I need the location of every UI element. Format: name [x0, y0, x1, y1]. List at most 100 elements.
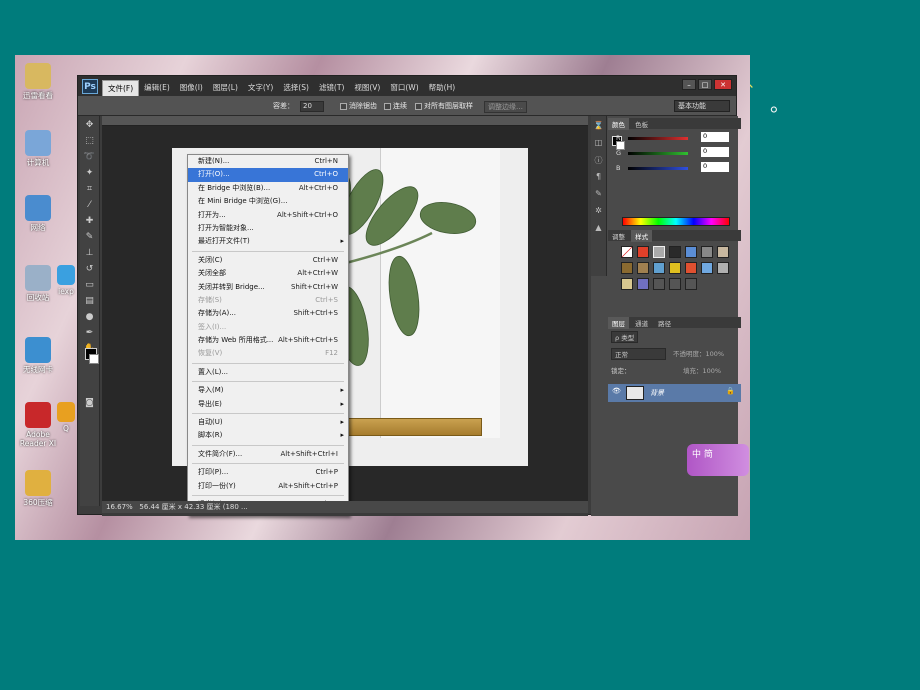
file-menu-item[interactable]: 签入(I)...: [188, 321, 348, 334]
file-menu-item[interactable]: 打开(O)... Ctrl+O: [188, 168, 348, 182]
refine-edge-button[interactable]: 调整边缘…: [484, 101, 527, 113]
menu-1[interactable]: 编辑(E): [139, 80, 175, 97]
menu-7[interactable]: 视图(V): [349, 80, 385, 97]
healing-tool-icon[interactable]: ✚: [82, 214, 98, 228]
style-swatch[interactable]: [701, 246, 713, 258]
background-color-swatch[interactable]: [89, 354, 99, 364]
maximize-button[interactable]: □: [698, 79, 712, 90]
menu-2[interactable]: 图像(I): [175, 80, 208, 97]
sample-all-checkbox[interactable]: 对所有图层取样: [415, 101, 473, 111]
tab-layers[interactable]: 图层: [608, 317, 629, 329]
marquee-tool-icon[interactable]: ⬚: [82, 134, 98, 148]
file-menu-item[interactable]: 关闭(C) Ctrl+W: [188, 254, 348, 267]
opacity-value[interactable]: 100%: [706, 350, 725, 358]
file-menu-item[interactable]: 存储为(A)... Shift+Ctrl+S: [188, 307, 348, 320]
file-menu-item[interactable]: 存储(S) Ctrl+S: [188, 294, 348, 307]
desktop-icon[interactable]: Q: [55, 402, 77, 433]
histogram-panel-icon[interactable]: ▲: [593, 223, 605, 235]
lasso-tool-icon[interactable]: ➰: [82, 150, 98, 164]
quick-mask-icon[interactable]: ◙: [82, 396, 98, 410]
checkbox-icon[interactable]: [340, 102, 347, 110]
opacity-control[interactable]: 不透明度：100%: [673, 348, 724, 358]
fill-control[interactable]: 填充：100%: [683, 365, 721, 375]
antialias-checkbox[interactable]: 消除锯齿: [340, 101, 377, 111]
style-swatch[interactable]: [637, 262, 649, 274]
style-swatch[interactable]: [621, 262, 633, 274]
tab-channels[interactable]: 通道: [631, 317, 652, 329]
tolerance-value[interactable]: 20: [300, 101, 324, 112]
style-swatch[interactable]: [701, 262, 713, 274]
blend-mode-select[interactable]: 正常: [611, 348, 666, 360]
file-menu-item[interactable]: 脚本(R) ▸: [188, 429, 348, 442]
file-menu-item[interactable]: 打印一份(Y) Alt+Shift+Ctrl+P: [188, 480, 348, 493]
layer-name[interactable]: 背景: [650, 388, 664, 398]
paragraph-panel-icon[interactable]: ¶: [593, 172, 605, 184]
channel-slider[interactable]: [628, 152, 688, 155]
menu-4[interactable]: 文字(Y): [243, 80, 278, 97]
tab-adjustments[interactable]: 调整: [608, 230, 629, 242]
ime-badge[interactable]: 中 简: [687, 444, 749, 476]
history-brush-tool-icon[interactable]: ↺: [82, 262, 98, 276]
zoom-level[interactable]: 16.67%: [106, 503, 133, 511]
menu-8[interactable]: 窗口(W): [385, 80, 423, 97]
channel-slider[interactable]: [628, 137, 688, 140]
file-menu-item[interactable]: 导入(M) ▸: [188, 384, 348, 397]
file-menu-item[interactable]: 存储为 Web 所用格式... Alt+Shift+Ctrl+S: [188, 334, 348, 347]
channel-value-input[interactable]: 0: [701, 147, 729, 157]
contiguous-checkbox[interactable]: 连续: [384, 101, 407, 111]
menu-0[interactable]: 文件(F): [102, 80, 140, 97]
move-tool-icon[interactable]: ✥: [82, 118, 98, 132]
workspace-select[interactable]: 基本功能: [674, 100, 730, 112]
menu-5[interactable]: 选择(S): [278, 80, 314, 97]
gradient-tool-icon[interactable]: ▤: [82, 294, 98, 308]
file-menu-item[interactable]: 新建(N)... Ctrl+N: [188, 155, 348, 168]
eraser-tool-icon[interactable]: ▭: [82, 278, 98, 292]
desktop-icon[interactable]: 360压缩: [15, 470, 61, 507]
style-swatch[interactable]: [653, 246, 665, 258]
checkbox-icon[interactable]: [415, 102, 422, 110]
layer-row-background[interactable]: 👁 背景 🔒: [608, 384, 741, 402]
channel-slider[interactable]: [628, 167, 688, 170]
style-swatch[interactable]: [653, 262, 665, 274]
desktop-icon[interactable]: 无线网卡: [15, 337, 61, 374]
minimize-button[interactable]: –: [682, 79, 696, 90]
style-swatch[interactable]: [637, 278, 649, 290]
brush-tool-icon[interactable]: ✎: [82, 230, 98, 244]
eye-icon[interactable]: 👁: [612, 387, 621, 395]
eyedropper-tool-icon[interactable]: ⁄: [82, 198, 98, 212]
crop-tool-icon[interactable]: ⌗: [82, 182, 98, 196]
file-menu-item[interactable]: 文件简介(F)... Alt+Shift+Ctrl+I: [188, 448, 348, 461]
desktop-icon[interactable]: 计算机: [15, 130, 61, 167]
style-swatch[interactable]: [669, 246, 681, 258]
style-swatch[interactable]: [669, 262, 681, 274]
style-swatch[interactable]: [685, 278, 697, 290]
fill-value[interactable]: 100%: [703, 367, 722, 375]
checkbox-icon[interactable]: [384, 102, 391, 110]
style-swatch[interactable]: [621, 278, 633, 290]
close-button[interactable]: ✕: [714, 79, 732, 90]
tab-styles[interactable]: 样式: [631, 230, 653, 242]
file-menu-item[interactable]: 打印(P)... Ctrl+P: [188, 466, 348, 479]
layer-kind-filter[interactable]: ρ 类型: [611, 331, 639, 343]
file-menu-item[interactable]: 关闭全部 Alt+Ctrl+W: [188, 267, 348, 280]
color-spectrum[interactable]: [622, 217, 730, 226]
file-menu-item[interactable]: 恢复(V) F12: [188, 347, 348, 360]
file-menu-item[interactable]: 打开为智能对象...: [188, 222, 348, 235]
file-menu-item[interactable]: 导出(E) ▸: [188, 398, 348, 411]
channel-value-input[interactable]: 0: [701, 132, 729, 142]
pen-tool-icon[interactable]: ✒: [82, 326, 98, 340]
info-panel-icon[interactable]: ⓘ: [593, 155, 605, 167]
menu-3[interactable]: 图层(L): [208, 80, 243, 97]
menu-9[interactable]: 帮助(H): [424, 80, 461, 97]
tab-swatches[interactable]: 色板: [631, 118, 652, 130]
magic-wand-tool-icon[interactable]: ✦: [82, 166, 98, 180]
file-menu-item[interactable]: 关闭并转到 Bridge... Shift+Ctrl+W: [188, 281, 348, 294]
file-menu-item[interactable]: 置入(L)...: [188, 366, 348, 379]
desktop-icon[interactable]: 迅雷看看: [15, 63, 61, 100]
file-menu-item[interactable]: 最近打开文件(T) ▸: [188, 235, 348, 248]
blur-tool-icon[interactable]: ●: [82, 310, 98, 324]
clone-source-panel-icon[interactable]: ✲: [593, 206, 605, 218]
file-menu-item[interactable]: 自动(U) ▸: [188, 416, 348, 429]
style-swatch[interactable]: [669, 278, 681, 290]
style-swatch[interactable]: [685, 246, 697, 258]
